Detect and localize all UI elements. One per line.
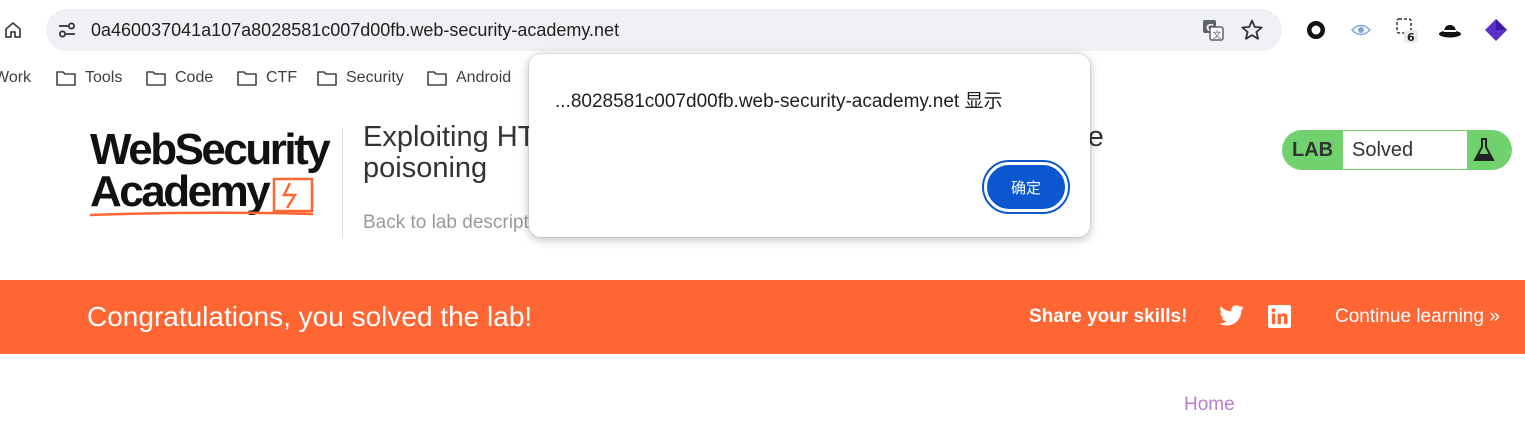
alert-dialog: ...8028581c007d00fb.web-security-academy… xyxy=(529,54,1090,237)
home-link[interactable]: Home xyxy=(1184,394,1235,416)
bookmark-security[interactable]: Security xyxy=(317,67,404,89)
flask-icon xyxy=(1473,138,1495,161)
bookmark-label: Android xyxy=(456,69,512,86)
logo-text-line2: Academy xyxy=(90,167,271,216)
badge-extension-icon[interactable]: 6 xyxy=(1393,17,1419,43)
eye-extension-icon[interactable] xyxy=(1348,17,1374,43)
ok-button[interactable]: 确定 xyxy=(984,162,1068,212)
back-to-lab-link[interactable]: Back to lab description xyxy=(363,212,554,234)
bookmark-work[interactable]: Work xyxy=(0,67,31,89)
logo-text-line1: WebSecurity xyxy=(90,125,331,174)
bookmark-label: Work xyxy=(0,69,32,86)
share-skills-text: Share your skills! xyxy=(1029,306,1188,327)
hat-extension-icon[interactable] xyxy=(1437,17,1463,43)
bookmark-android[interactable]: Android xyxy=(427,67,511,89)
bookmark-label: Code xyxy=(175,69,214,86)
cube-extension-icon[interactable] xyxy=(1483,17,1509,43)
header-divider xyxy=(342,128,343,238)
extension-badge-count: 6 xyxy=(1407,31,1415,43)
solved-message: Congratulations, you solved the lab! xyxy=(87,301,533,332)
folder-icon xyxy=(146,71,166,86)
double-chevron-icon: » xyxy=(1489,306,1500,327)
record-extension-icon[interactable] xyxy=(1303,17,1329,43)
translate-icon[interactable]: G文 xyxy=(1202,19,1224,41)
home-icon[interactable] xyxy=(0,14,26,46)
academy-logo[interactable]: WebSecurity Academy xyxy=(88,128,348,220)
folder-icon xyxy=(56,71,76,86)
star-icon[interactable] xyxy=(1240,18,1264,42)
bookmark-label: Tools xyxy=(85,69,123,86)
continue-learning-label: Continue learning xyxy=(1335,306,1484,327)
bookmark-ctf[interactable]: CTF xyxy=(237,67,297,89)
continue-learning-link[interactable]: Continue learning » xyxy=(1335,306,1500,328)
url-text[interactable]: 0a460037041a107a8028581c007d00fb.web-sec… xyxy=(91,20,619,41)
lab-badge: LAB xyxy=(1292,139,1334,161)
twitter-icon[interactable] xyxy=(1219,305,1245,327)
bookmark-label: Security xyxy=(346,69,404,86)
bookmark-code[interactable]: Code xyxy=(146,67,213,89)
svg-text:文: 文 xyxy=(1213,29,1222,41)
logo-underline xyxy=(89,211,314,217)
address-bar[interactable]: 0a460037041a107a8028581c007d00fb.web-sec… xyxy=(46,9,1282,51)
linkedin-icon[interactable] xyxy=(1268,305,1291,328)
site-info-icon[interactable] xyxy=(56,19,78,41)
dialog-message: ...8028581c007d00fb.web-security-academy… xyxy=(555,91,1003,112)
lab-status-widget: LAB Solved xyxy=(1282,130,1512,170)
folder-icon xyxy=(237,71,257,86)
bookmark-tools[interactable]: Tools xyxy=(56,67,122,89)
browser-toolbar: 0a460037041a107a8028581c007d00fb.web-sec… xyxy=(0,0,1525,62)
lab-solved-banner: Congratulations, you solved the lab! Sha… xyxy=(0,280,1525,354)
bookmark-label: CTF xyxy=(266,69,298,86)
folder-icon xyxy=(317,71,337,86)
folder-icon xyxy=(427,71,447,86)
lab-status-text: Solved xyxy=(1342,130,1468,170)
